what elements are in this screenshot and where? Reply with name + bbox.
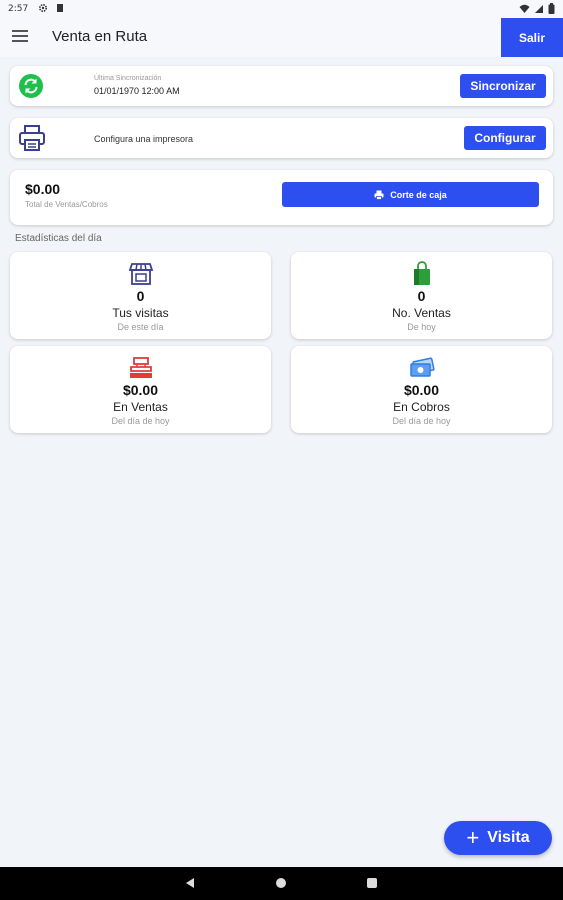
stats-section-title: Estadísticas del día [15, 233, 102, 244]
store-icon [128, 263, 153, 285]
recent-apps-icon[interactable] [367, 878, 377, 888]
stat-value: $0.00 [403, 382, 440, 398]
back-icon[interactable] [186, 878, 194, 888]
cash-register-icon [129, 357, 152, 378]
sd-card-icon [57, 4, 63, 12]
fab-label: Visita [487, 829, 530, 846]
stat-card-sales-amount[interactable]: $0.00 En Ventas Del día de hoy [10, 346, 271, 433]
new-visit-fab[interactable]: + Visita [444, 821, 552, 855]
total-amount: $0.00 [25, 181, 61, 197]
plus-icon: + [466, 825, 480, 850]
wifi-icon [519, 4, 530, 13]
cash-cut-label: Corte de caja [390, 189, 447, 200]
printer-config-text: Configura una impresora [94, 134, 194, 144]
stat-label: En Cobros [393, 400, 450, 414]
stat-label: No. Ventas [392, 306, 451, 320]
stat-card-sales-count[interactable]: 0 No. Ventas De hoy [291, 252, 552, 339]
printer-icon [19, 125, 45, 151]
status-bar: 2:57 [0, 0, 563, 18]
stat-value: $0.00 [122, 382, 159, 398]
sync-button[interactable]: Sincronizar [460, 74, 546, 98]
logout-button[interactable]: Salir [501, 18, 563, 57]
status-time: 2:57 [8, 4, 29, 14]
stat-label: Tus visitas [112, 306, 169, 320]
stat-value: 0 [417, 288, 426, 304]
last-sync-label: Última Sincronización [94, 75, 162, 82]
stat-sublabel: Del día de hoy [392, 416, 451, 426]
stat-card-visits[interactable]: 0 Tus visitas De este día [10, 252, 271, 339]
printer-icon [374, 190, 384, 200]
stat-sublabel: De hoy [407, 322, 436, 332]
home-icon[interactable] [276, 878, 286, 888]
app-bar: Venta en Ruta Salir [0, 18, 563, 57]
cash-cut-button[interactable]: Corte de caja [282, 182, 539, 207]
sync-icon [19, 74, 43, 98]
signal-icon [535, 4, 543, 13]
shopping-bag-icon [413, 261, 430, 285]
settings-icon [38, 3, 48, 13]
total-card: $0.00 Total de Ventas/Cobros Corte de ca… [10, 170, 553, 225]
sync-card: Última Sincronización 01/01/1970 12:00 A… [10, 66, 553, 106]
last-sync-date: 01/01/1970 12:00 AM [94, 86, 180, 96]
money-icon [409, 357, 435, 377]
printer-card: Configura una impresora Configurar [10, 118, 553, 158]
configure-printer-button[interactable]: Configurar [464, 126, 546, 150]
menu-icon[interactable] [12, 30, 28, 44]
stat-sublabel: Del día de hoy [111, 416, 170, 426]
stat-value: 0 [136, 288, 145, 304]
stat-sublabel: De este día [117, 322, 164, 332]
stat-label: En Ventas [113, 400, 168, 414]
app-title: Venta en Ruta [52, 28, 148, 45]
total-label: Total de Ventas/Cobros [25, 200, 108, 209]
battery-icon [548, 3, 555, 14]
navigation-bar [0, 867, 563, 900]
stat-card-collections[interactable]: $0.00 En Cobros Del día de hoy [291, 346, 552, 433]
